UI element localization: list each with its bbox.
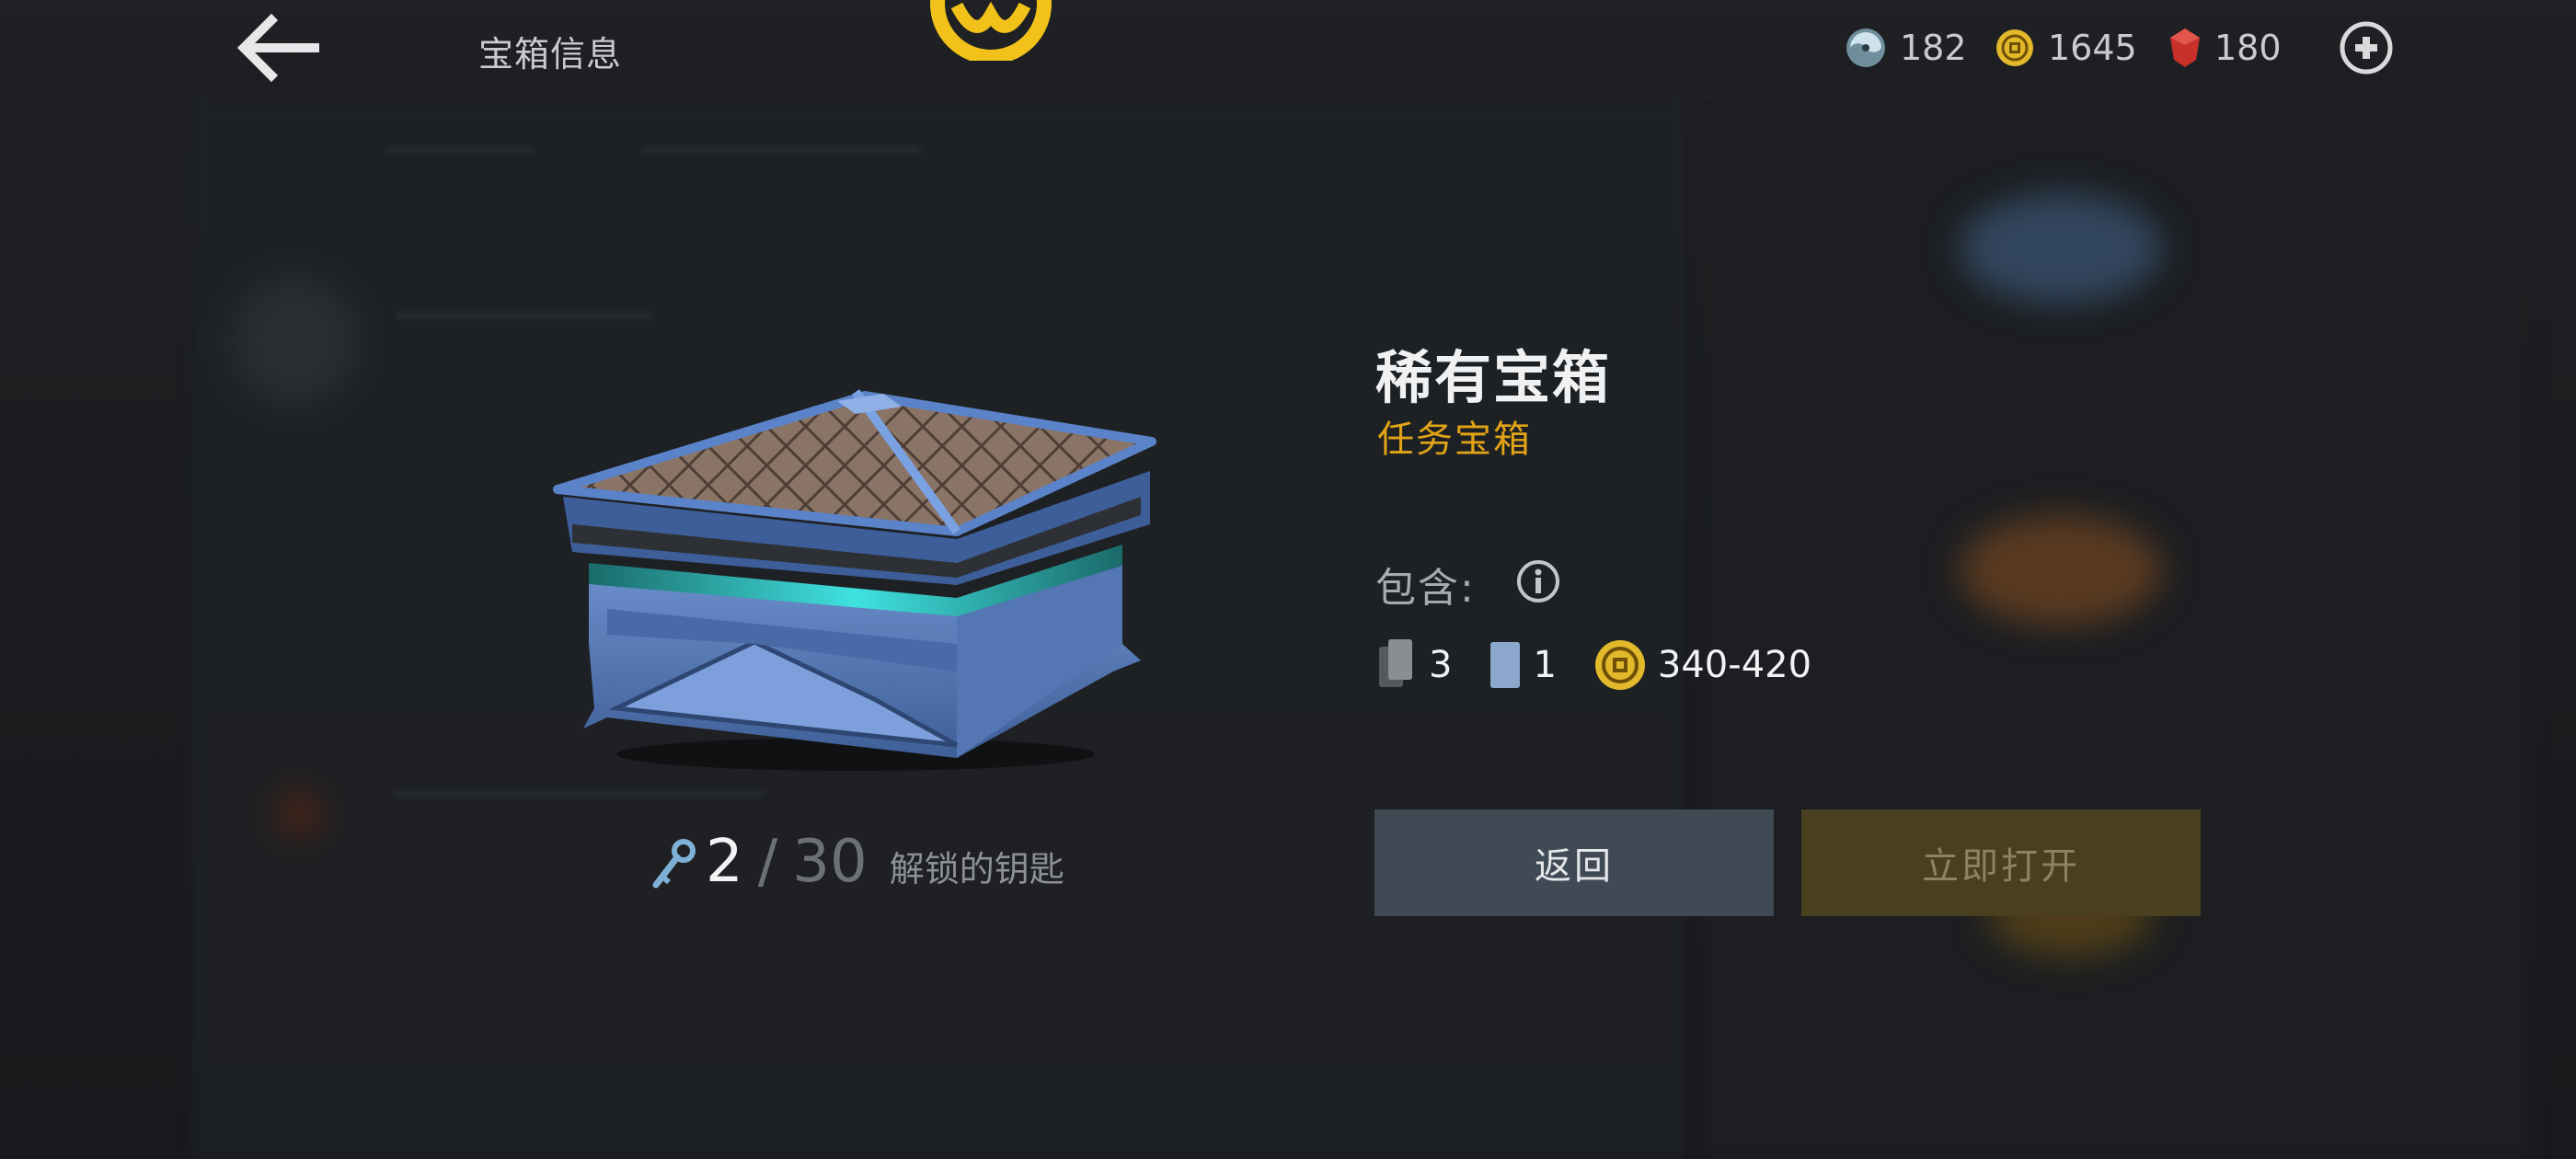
currency-value: 180 <box>2214 28 2282 68</box>
back-arrow-button[interactable] <box>235 13 327 83</box>
background-blur <box>1960 515 2162 625</box>
background-blur <box>276 791 322 837</box>
rare-card-count: 1 <box>1533 644 1557 686</box>
background-blur <box>386 147 534 153</box>
return-button[interactable]: 返回 <box>1374 809 1774 916</box>
open-now-button[interactable]: 立即打开 <box>1801 809 2201 916</box>
background-blur <box>644 147 920 153</box>
red-gem-icon <box>2170 29 2200 67</box>
coins-range: 340-420 <box>1657 644 1812 686</box>
background-blur <box>396 791 764 797</box>
currency-value: 182 <box>1900 28 1967 68</box>
add-currency-button[interactable] <box>2339 20 2394 75</box>
background-blur <box>230 276 359 405</box>
rare-card-icon <box>1490 642 1521 688</box>
cards-content: 3 <box>1375 637 1452 693</box>
top-bar: 宝箱信息 182 1645 180 <box>0 0 2576 97</box>
game-screen: 宝箱信息 182 1645 180 2 / 30 解锁的钥匙 稀有宝箱 任务宝箱… <box>0 0 2576 1159</box>
key-separator: / <box>757 828 778 896</box>
plus-circle-icon <box>2340 21 2393 75</box>
gold-coin-icon <box>1594 640 1645 690</box>
card-stack-icon <box>1379 639 1412 687</box>
key-required-count: 30 <box>792 828 868 896</box>
key-label: 解锁的钥匙 <box>889 849 1064 889</box>
info-icon[interactable] <box>1515 558 1561 604</box>
chest-contents: 3 1 340-420 <box>1375 633 1848 697</box>
background-blur <box>396 313 653 318</box>
contains-label: 包含: <box>1375 565 1476 612</box>
rare-chest-image <box>553 389 1156 771</box>
game-logo-icon <box>930 0 1052 61</box>
arrow-left-icon <box>236 13 319 83</box>
chest-name: 稀有宝箱 <box>1375 344 1612 411</box>
page-title: 宝箱信息 <box>478 34 623 75</box>
coins-content: 340-420 <box>1593 638 1811 692</box>
currency-red-gem: 180 <box>2168 22 2282 74</box>
cards-count: 3 <box>1429 644 1453 686</box>
key-current-count: 2 <box>706 828 743 896</box>
currency-swirl-token: 182 <box>1845 22 1967 74</box>
info-circle-icon <box>1517 560 1559 602</box>
swirl-token-icon <box>1846 29 1885 67</box>
currency-gold-coin: 1645 <box>1995 22 2137 74</box>
gold-coin-icon <box>1996 29 2033 66</box>
key-icon <box>652 839 696 889</box>
currency-value: 1645 <box>2048 28 2137 68</box>
chest-type: 任务宝箱 <box>1377 419 1532 461</box>
rare-card-content: 1 <box>1489 640 1557 690</box>
key-progress: 2 / 30 解锁的钥匙 <box>649 828 1064 901</box>
background-blur <box>1960 193 2162 304</box>
